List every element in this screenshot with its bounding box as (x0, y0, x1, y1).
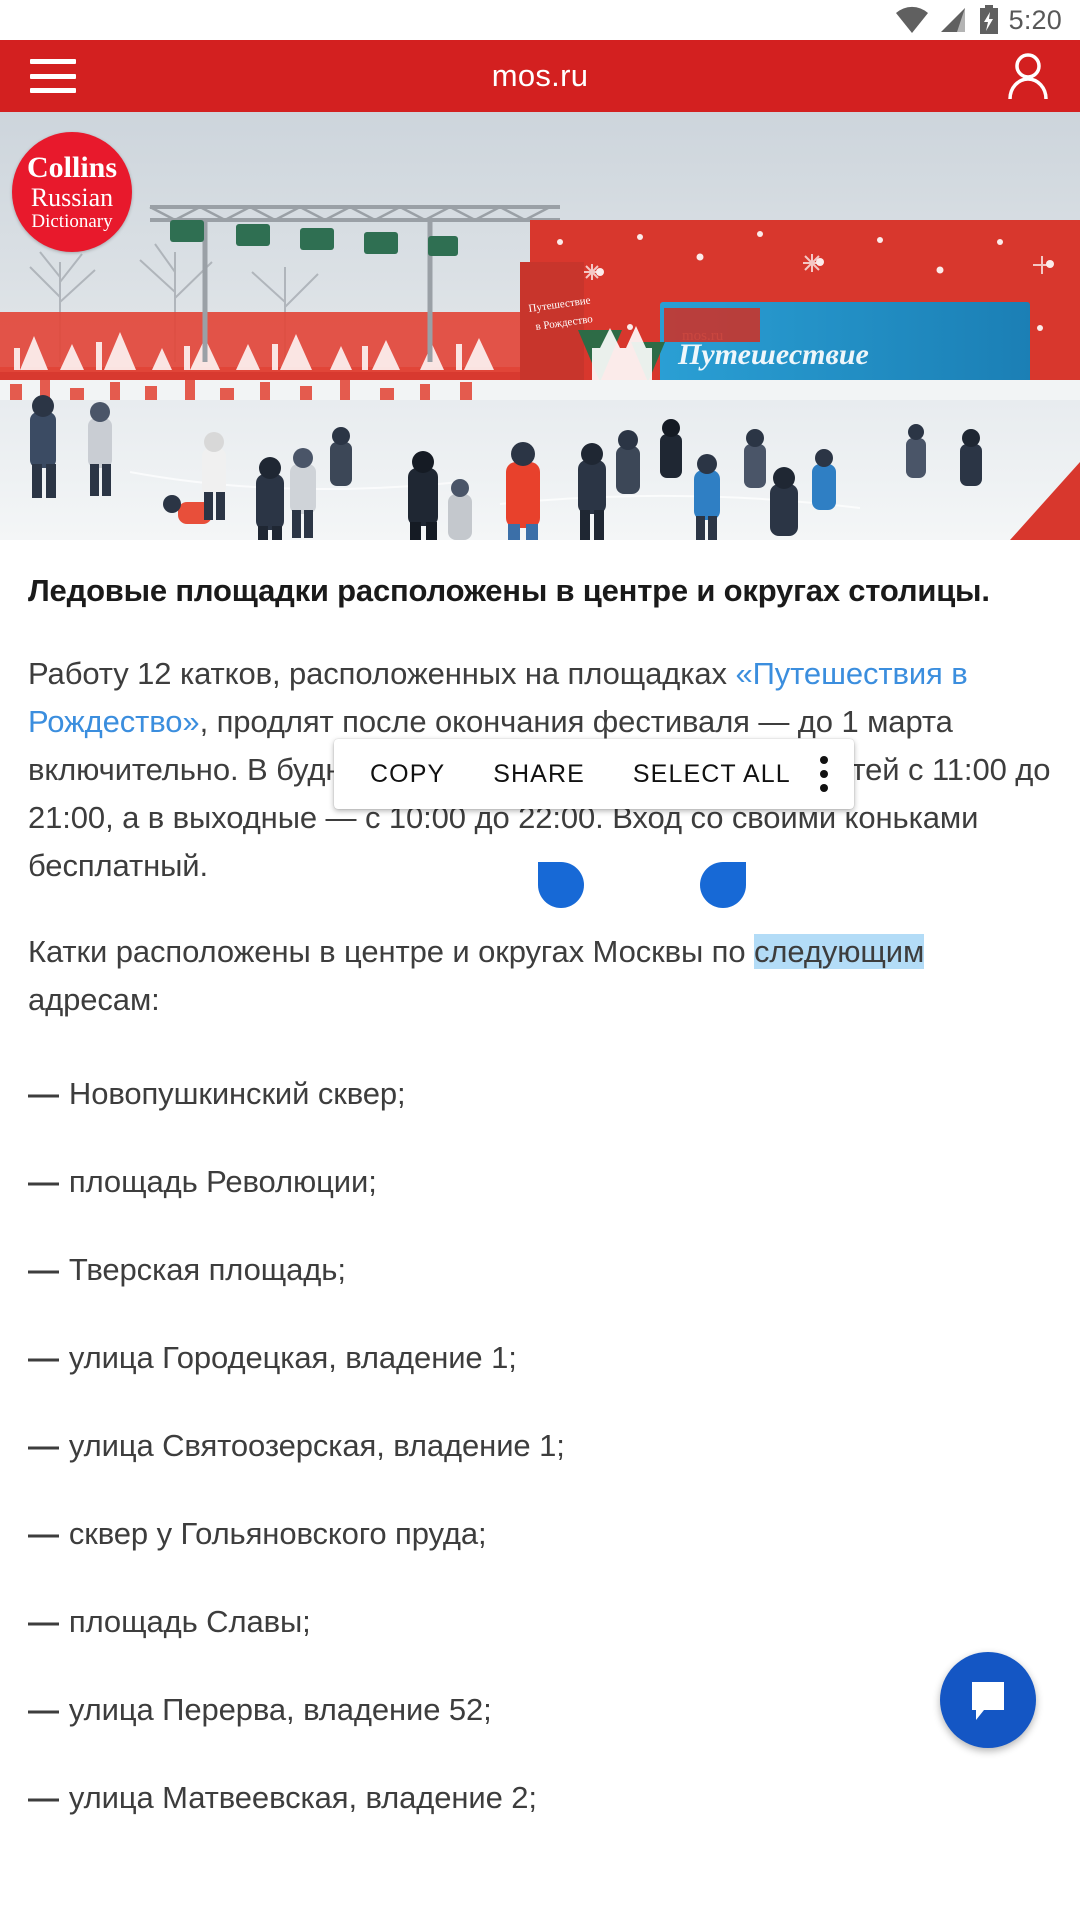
collins-badge-line3: Dictionary (31, 211, 113, 233)
share-button[interactable]: SHARE (493, 760, 585, 789)
paragraph-2-after-selection: адресам: (28, 982, 160, 1018)
hero-image: mos.ru Путешествие в Рождество #МОЯМОСКВ… (0, 112, 1080, 540)
more-vertical-icon[interactable] (820, 756, 828, 792)
selection-handle-right[interactable] (700, 862, 746, 908)
battery-charging-icon (979, 5, 998, 34)
svg-text:Путешествие: Путешествие (677, 338, 869, 371)
status-bar: 5:20 (0, 0, 1080, 40)
cellular-signal-icon (940, 8, 965, 32)
list-item: — сквер у Гольяновского пруда; (28, 1516, 1052, 1552)
list-dash: — (28, 1076, 59, 1112)
text-selection-context-menu: COPY SHARE SELECT ALL (334, 739, 854, 809)
paragraph-1-before-link: Работу 12 катков, расположенных на площа… (28, 655, 736, 691)
list-item: — улица Городецкая, владение 1; (28, 1340, 1052, 1376)
list-item-label: улица Городецкая, владение 1; (68, 1340, 517, 1376)
chat-bubble-icon (972, 1682, 1004, 1720)
selection-handle-left[interactable] (538, 862, 584, 908)
ice-rink-photo: mos.ru Путешествие в Рождество #МОЯМОСКВ… (0, 112, 1080, 540)
list-dash: — (28, 1340, 59, 1376)
article-body: Ледовые площадки расположены в центре и … (0, 540, 1080, 1816)
article-lead: Ледовые площадки расположены в центре и … (28, 573, 990, 608)
chat-support-button[interactable] (940, 1652, 1036, 1748)
paragraph-2-before-selection: Катки расположены в центре и округах Мос… (28, 934, 754, 970)
status-bar-clock: 5:20 (1008, 4, 1062, 35)
list-item: — улица Перерва, владение 52; (28, 1692, 1052, 1728)
list-item: — Новопушкинский сквер; (28, 1076, 1052, 1112)
list-item: — улица Святоозерская, владение 1; (28, 1428, 1052, 1464)
list-item-label: сквер у Гольяновского пруда; (68, 1516, 487, 1552)
collins-dictionary-badge: Collins Russian Dictionary (12, 132, 132, 252)
copy-button[interactable]: COPY (370, 760, 445, 789)
list-dash: — (28, 1516, 59, 1552)
article-paragraph-2: Катки расположены в центре и округах Мос… (28, 928, 1052, 1024)
app-bar: mos.ru (0, 40, 1080, 112)
list-item: — площадь Революции; (28, 1164, 1052, 1200)
select-all-button[interactable]: SELECT ALL (633, 760, 791, 789)
list-item-label: улица Перерва, владение 52; (68, 1692, 492, 1728)
list-dash: — (28, 1164, 59, 1200)
list-dash: — (28, 1428, 59, 1464)
list-dash: — (28, 1692, 59, 1728)
list-dash: — (28, 1252, 59, 1288)
list-dash: — (28, 1780, 59, 1816)
list-item: — Тверская площадь; (28, 1252, 1052, 1288)
list-item-label: улица Матвеевская, владение 2; (68, 1780, 537, 1816)
list-item-label: Тверская площадь; (68, 1252, 346, 1288)
list-item-label: площадь Революции; (68, 1164, 377, 1200)
list-item-label: площадь Славы; (68, 1604, 311, 1640)
account-person-icon[interactable] (1006, 53, 1050, 99)
list-item: — площадь Славы; (28, 1604, 1052, 1640)
wifi-icon (895, 6, 928, 33)
collins-badge-line1: Collins (26, 150, 118, 184)
collins-badge-line2: Russian (30, 183, 114, 213)
list-dash: — (28, 1604, 59, 1640)
selected-text[interactable]: следующим (753, 934, 924, 970)
list-item-label: Новопушкинский сквер; (68, 1076, 406, 1112)
list-item-label: улица Святоозерская, владение 1; (68, 1428, 565, 1464)
page-title: mos.ru (491, 58, 589, 93)
list-item: — улица Матвеевская, владение 2; (28, 1780, 1052, 1816)
